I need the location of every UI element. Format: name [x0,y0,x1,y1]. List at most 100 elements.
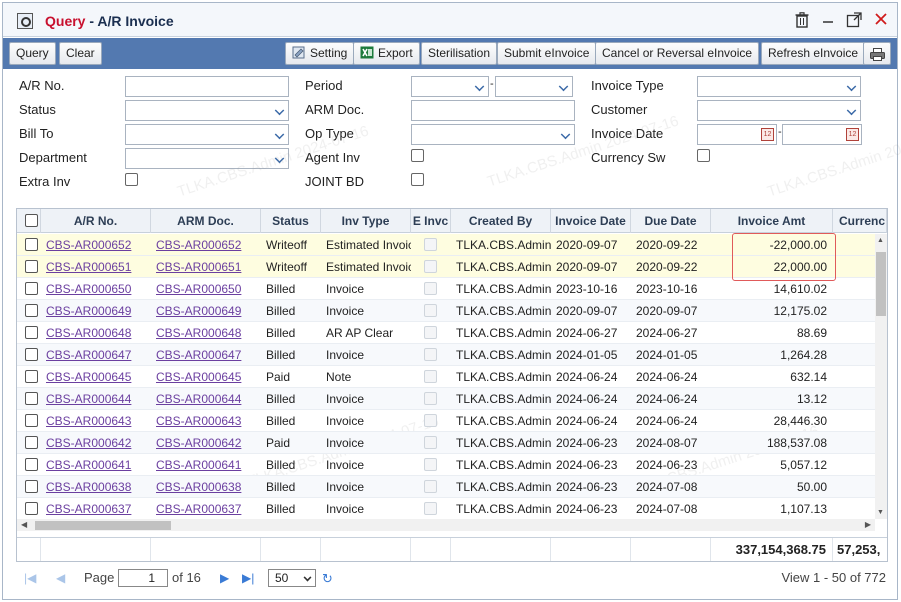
last-page-icon[interactable]: ▶| [242,571,254,585]
first-page-icon[interactable]: |◀ [24,571,36,585]
vertical-scrollbar[interactable]: ▲ ▼ [875,234,887,519]
arm-doc-input[interactable] [411,100,575,121]
ar-no-cell[interactable]: CBS-AR000647 [41,344,151,366]
clear-button[interactable]: Clear [59,42,102,65]
header-created-by[interactable]: Created By [451,209,551,233]
close-icon[interactable] [872,12,890,30]
header-select-all[interactable] [17,209,41,233]
bill-to-select[interactable] [125,124,289,145]
arm-doc-cell[interactable]: CBS-AR000642 [151,432,261,454]
arm-doc-cell[interactable]: CBS-AR000645 [151,366,261,388]
cancel-reversal-einvoice-button[interactable]: Cancel or Reversal eInvoice [595,42,760,65]
table-row[interactable]: CBS-AR000638 CBS-AR000638 Billed Invoice TLK… [17,476,875,498]
calendar-icon[interactable]: 12 [761,128,774,141]
row-checkbox[interactable] [25,348,38,361]
invoice-type-select[interactable] [697,76,861,97]
scroll-down-icon[interactable]: ▼ [877,509,884,516]
header-inv-type[interactable]: Inv Type [321,209,411,233]
arm-doc-cell[interactable]: CBS-AR000644 [151,388,261,410]
row-checkbox[interactable] [25,436,38,449]
header-ar-no[interactable]: A/R No. [41,209,151,233]
ar-no-cell[interactable]: CBS-AR000649 [41,300,151,322]
row-checkbox[interactable] [25,458,38,471]
invoice-date-from[interactable]: 12 [697,124,777,145]
row-checkbox[interactable] [25,282,38,295]
table-row[interactable]: CBS-AR000641 CBS-AR000641 Billed Invoice TLK… [17,454,875,476]
submit-einvoice-button[interactable]: Submit eInvoice [497,42,597,65]
header-invoice-amt[interactable]: Invoice Amt [711,209,833,233]
department-select[interactable] [125,148,289,169]
header-invoice-date[interactable]: Invoice Date [551,209,631,233]
scroll-right-icon[interactable]: ▶ [865,519,871,531]
row-checkbox[interactable] [25,304,38,317]
table-row[interactable]: CBS-AR000647 CBS-AR000647 Billed Invoice TLK… [17,344,875,366]
arm-doc-cell[interactable]: CBS-AR000637 [151,498,261,519]
ar-no-cell[interactable]: CBS-AR000644 [41,388,151,410]
sterilisation-button[interactable]: Sterilisation [421,42,498,65]
joint-bd-checkbox[interactable] [411,173,424,186]
page-size-select[interactable]: 50 [268,569,316,587]
period-from-select[interactable] [411,76,489,97]
ar-no-cell[interactable]: CBS-AR000652 [41,234,151,256]
table-row[interactable]: CBS-AR000650 CBS-AR000650 Billed Invoice TLK… [17,278,875,300]
prev-page-icon[interactable]: ◀ [56,571,65,585]
row-checkbox[interactable] [25,502,38,515]
agent-inv-checkbox[interactable] [411,149,424,162]
query-button[interactable]: Query [9,42,56,65]
header-status[interactable]: Status [261,209,321,233]
print-button[interactable] [863,42,891,65]
header-arm-doc[interactable]: ARM Doc. [151,209,261,233]
ar-no-cell[interactable]: CBS-AR000651 [41,256,151,278]
table-row[interactable]: CBS-AR000648 CBS-AR000648 Billed AR AP Clea… [17,322,875,344]
arm-doc-cell[interactable]: CBS-AR000647 [151,344,261,366]
table-row[interactable]: CBS-AR000649 CBS-AR000649 Billed Invoice TLK… [17,300,875,322]
arm-doc-cell[interactable]: CBS-AR000651 [151,256,261,278]
arm-doc-cell[interactable]: CBS-AR000650 [151,278,261,300]
table-row[interactable]: CBS-AR000643 CBS-AR000643 Billed Invoice TLK… [17,410,875,432]
maximize-icon[interactable] [845,12,863,30]
next-page-icon[interactable]: ▶ [220,571,229,585]
scroll-up-icon[interactable]: ▲ [877,237,884,244]
ar-no-cell[interactable]: CBS-AR000645 [41,366,151,388]
ar-no-cell[interactable]: CBS-AR000643 [41,410,151,432]
op-type-select[interactable] [411,124,575,145]
ar-no-cell[interactable]: CBS-AR000642 [41,432,151,454]
invoice-date-to[interactable]: 12 [782,124,862,145]
arm-doc-cell[interactable]: CBS-AR000649 [151,300,261,322]
table-row[interactable]: CBS-AR000644 CBS-AR000644 Billed Invoice TLK… [17,388,875,410]
row-checkbox[interactable] [25,414,38,427]
table-row[interactable]: CBS-AR000645 CBS-AR000645 Paid Note TLKA.CBS… [17,366,875,388]
setting-button[interactable]: Setting [285,42,355,65]
select-all-checkbox[interactable] [25,214,38,227]
ar-no-cell[interactable]: CBS-AR000641 [41,454,151,476]
ar-no-cell[interactable]: CBS-AR000650 [41,278,151,300]
ar-no-cell[interactable]: CBS-AR000637 [41,498,151,519]
row-checkbox[interactable] [25,326,38,339]
header-currency[interactable]: Currenc [833,209,887,233]
currency-sw-checkbox[interactable] [697,149,710,162]
horizontal-scrollbar[interactable]: ◀ ▶ [17,519,875,531]
trash-icon[interactable] [793,12,811,30]
status-select[interactable] [125,100,289,121]
arm-doc-cell[interactable]: CBS-AR000638 [151,476,261,498]
row-checkbox[interactable] [25,392,38,405]
arm-doc-cell[interactable]: CBS-AR000652 [151,234,261,256]
calendar-icon[interactable]: 12 [846,128,859,141]
ar-no-input[interactable] [125,76,289,97]
ar-no-cell[interactable]: CBS-AR000648 [41,322,151,344]
scroll-left-icon[interactable]: ◀ [21,519,27,531]
table-row[interactable]: CBS-AR000637 CBS-AR000637 Billed Invoice TLK… [17,498,875,519]
arm-doc-cell[interactable]: CBS-AR000641 [151,454,261,476]
page-input[interactable]: 1 [118,569,168,587]
row-checkbox[interactable] [25,480,38,493]
table-row[interactable]: CBS-AR000642 CBS-AR000642 Paid Invoice TLKA.… [17,432,875,454]
ar-no-cell[interactable]: CBS-AR000638 [41,476,151,498]
header-e-invc[interactable]: E Invc [411,209,451,233]
extra-inv-checkbox[interactable] [125,173,138,186]
row-checkbox[interactable] [25,238,38,251]
refresh-einvoice-button[interactable]: Refresh eInvoice [761,42,866,65]
refresh-icon[interactable]: ↻ [322,571,333,587]
customer-select[interactable] [697,100,861,121]
arm-doc-cell[interactable]: CBS-AR000648 [151,322,261,344]
export-button[interactable]: Export [353,42,420,65]
